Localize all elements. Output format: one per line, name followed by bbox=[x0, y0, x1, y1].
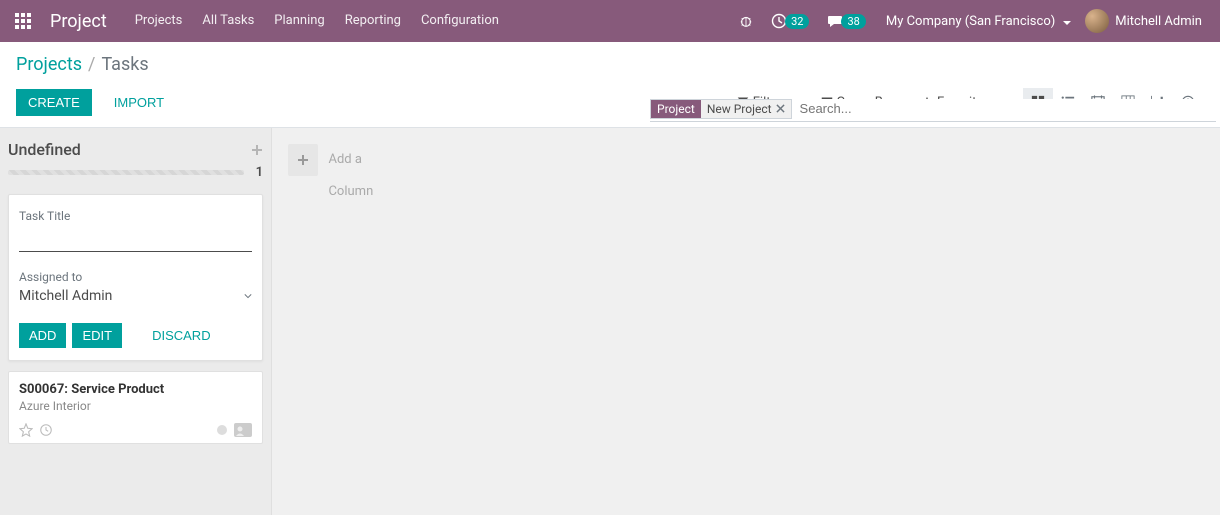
column-title[interactable]: Undefined bbox=[8, 140, 81, 159]
column-count: 1 bbox=[256, 165, 263, 180]
user-menu[interactable]: Mitchell Admin bbox=[1085, 9, 1212, 33]
avatar bbox=[1085, 9, 1109, 33]
breadcrumb-current: Tasks bbox=[101, 54, 148, 75]
add-button[interactable]: ADD bbox=[19, 323, 66, 348]
control-panel: Projects / Tasks Project New Project CRE… bbox=[0, 42, 1220, 128]
nav-link-planning[interactable]: Planning bbox=[264, 0, 334, 42]
clock-small-icon bbox=[39, 423, 53, 437]
column-progress-bar[interactable] bbox=[8, 170, 244, 175]
apps-menu-button[interactable] bbox=[0, 0, 46, 42]
search-bar: Project New Project bbox=[650, 96, 1216, 122]
assigned-to-select[interactable]: Mitchell Admin bbox=[19, 284, 252, 309]
kanban-card[interactable]: S00067: Service Product Azure Interior bbox=[8, 371, 263, 444]
card-priority-star[interactable] bbox=[19, 423, 33, 437]
chevron-down-icon bbox=[244, 292, 252, 300]
avatar-placeholder-icon bbox=[234, 423, 252, 437]
status-dot-icon bbox=[216, 424, 228, 436]
quick-create-form: Task Title Assigned to Mitchell Admin AD… bbox=[8, 194, 263, 361]
task-title-label: Task Title bbox=[19, 209, 252, 223]
plus-icon bbox=[297, 154, 309, 166]
company-switcher[interactable]: My Company (San Francisco) bbox=[878, 14, 1079, 29]
facet-category: Project bbox=[651, 100, 701, 118]
star-outline-icon bbox=[19, 423, 33, 437]
messaging-button[interactable]: 38 bbox=[821, 0, 871, 42]
search-input[interactable] bbox=[792, 99, 1216, 118]
messaging-badge: 38 bbox=[841, 14, 865, 29]
search-facet: Project New Project bbox=[650, 99, 792, 119]
nav-right: 32 38 My Company (San Francisco) Mitchel… bbox=[733, 0, 1220, 42]
kanban-column-undefined: Undefined 1 Task Title Assigned to Mitch… bbox=[0, 128, 272, 515]
assigned-to-label: Assigned to bbox=[19, 270, 252, 284]
card-status-dot[interactable] bbox=[216, 424, 228, 436]
close-icon bbox=[776, 104, 785, 113]
activities-badge: 32 bbox=[785, 14, 809, 29]
edit-button[interactable]: EDIT bbox=[72, 323, 122, 348]
task-title-input[interactable] bbox=[19, 227, 252, 252]
nav-link-all-tasks[interactable]: All Tasks bbox=[192, 0, 264, 42]
app-brand[interactable]: Project bbox=[46, 11, 125, 32]
user-name: Mitchell Admin bbox=[1115, 14, 1202, 29]
card-assignee-avatar[interactable] bbox=[234, 423, 252, 437]
facet-value: New Project bbox=[707, 102, 772, 116]
card-activity[interactable] bbox=[39, 423, 53, 437]
kanban-view: Undefined 1 Task Title Assigned to Mitch… bbox=[0, 128, 1220, 515]
bug-icon bbox=[739, 14, 753, 28]
column-quick-add-button[interactable] bbox=[251, 144, 263, 156]
breadcrumb: Projects / Tasks bbox=[16, 54, 1204, 75]
add-column-area: Add a Column bbox=[272, 128, 422, 515]
import-button[interactable]: IMPORT bbox=[102, 89, 176, 116]
company-name: My Company (San Francisco) bbox=[886, 14, 1055, 29]
activities-button[interactable]: 32 bbox=[765, 0, 815, 42]
add-column-label[interactable]: Add a Column bbox=[328, 144, 406, 208]
assigned-to-value: Mitchell Admin bbox=[19, 288, 112, 304]
nav-link-reporting[interactable]: Reporting bbox=[335, 0, 411, 42]
card-subtitle: Azure Interior bbox=[19, 399, 252, 413]
nav-link-configuration[interactable]: Configuration bbox=[411, 0, 509, 42]
facet-remove-button[interactable] bbox=[776, 104, 785, 113]
apps-grid-icon bbox=[15, 13, 31, 29]
debug-icon-button[interactable] bbox=[733, 0, 759, 42]
navbar: Project Projects All Tasks Planning Repo… bbox=[0, 0, 1220, 42]
add-column-button[interactable] bbox=[288, 144, 318, 176]
create-button[interactable]: CREATE bbox=[16, 89, 92, 116]
caret-down-icon bbox=[1059, 14, 1071, 29]
breadcrumb-parent[interactable]: Projects bbox=[16, 54, 82, 75]
nav-links: Projects All Tasks Planning Reporting Co… bbox=[125, 0, 509, 42]
nav-link-projects[interactable]: Projects bbox=[125, 0, 193, 42]
plus-icon bbox=[251, 144, 263, 156]
card-title: S00067: Service Product bbox=[19, 382, 252, 397]
discard-button[interactable]: DISCARD bbox=[142, 323, 221, 348]
breadcrumb-separator: / bbox=[88, 54, 95, 75]
